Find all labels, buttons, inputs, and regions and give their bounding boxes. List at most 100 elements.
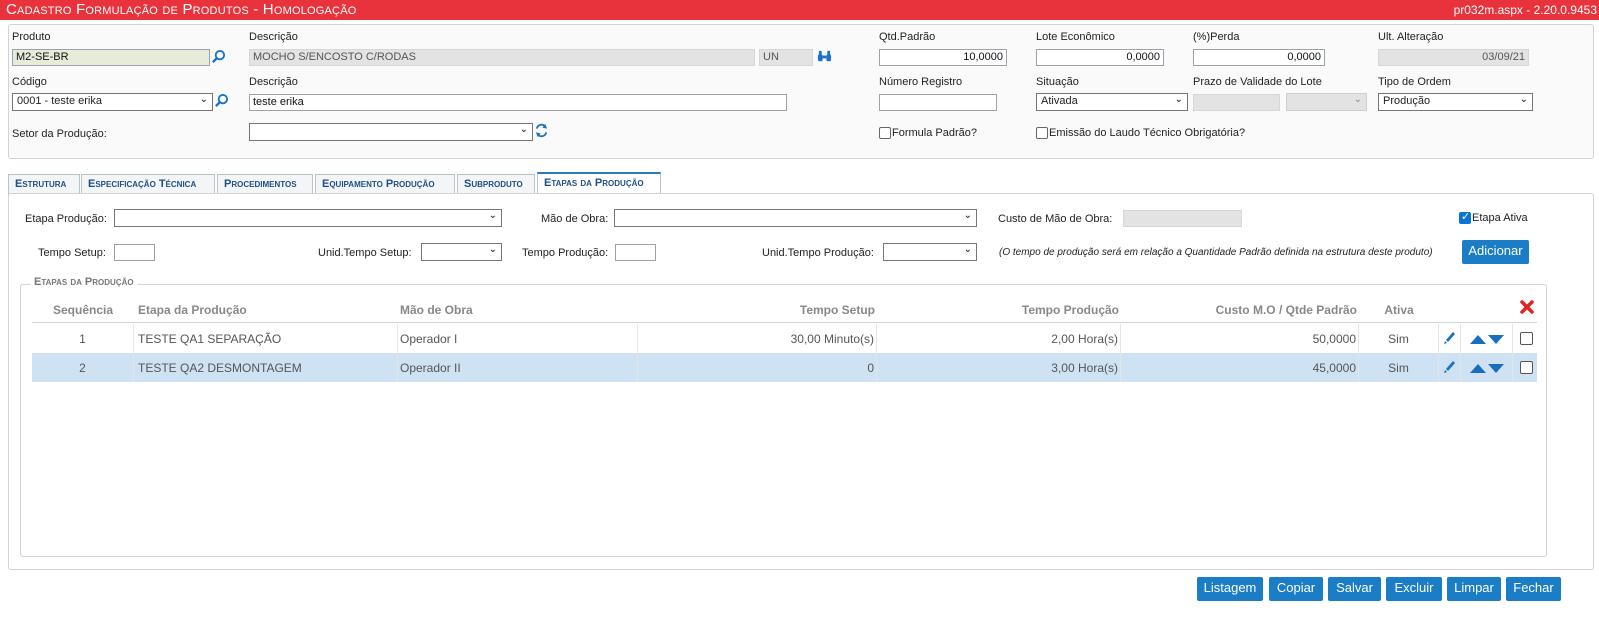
situacao-select[interactable]: Ativada ⌄ (1036, 93, 1188, 111)
product-form-panel (8, 24, 1594, 159)
tipo-ordem-select[interactable]: Produção ⌄ (1378, 93, 1533, 111)
etapa-producao-label: Etapa Produção: (25, 213, 107, 225)
col-custo-mo[interactable]: Custo M.O / Qtde Padrão (1121, 298, 1359, 323)
chevron-down-icon: ⌄ (963, 244, 972, 255)
unid-tempo-producao-label: Unid.Tempo Produção: (762, 247, 874, 259)
cell-ativa: Sim (1359, 353, 1439, 382)
edit-pencil-icon[interactable] (1443, 329, 1457, 349)
etapa-ativa-checkbox[interactable] (1459, 210, 1471, 224)
col-mao-de-obra[interactable]: Mão de Obra (398, 298, 638, 323)
prazo-validade-label: Prazo de Validade do Lote (1193, 76, 1322, 88)
tempo-producao-input[interactable] (615, 244, 656, 261)
table-row[interactable]: 1 TESTE QA1 SEPARAÇÃO Operador I 30,00 M… (32, 324, 1537, 353)
binoculars-icon[interactable] (817, 49, 832, 67)
col-actions (1439, 298, 1537, 323)
title-bar: Cadastro Formulação de Produtos - Homolo… (0, 0, 1599, 20)
tab-equipamento-producao[interactable]: Equipamento Produção (315, 174, 455, 195)
refresh-icon[interactable] (534, 123, 549, 141)
tempo-producao-label: Tempo Produção: (522, 247, 609, 259)
qtd-padrao-label: Qtd.Padrão (879, 31, 936, 43)
produto-input[interactable]: M2-SE-BR (12, 49, 210, 66)
cell-move (1461, 324, 1513, 353)
perda-label: (%)Perda (1193, 31, 1240, 43)
cell-etapa: TESTE QA2 DESMONTAGEM (134, 353, 398, 382)
cell-move (1461, 353, 1513, 382)
descricao-formula-label: Descrição (249, 76, 298, 88)
listagem-button[interactable]: Listagem (1197, 577, 1263, 601)
tab-etapas-producao[interactable]: Etapas da Produção (537, 172, 661, 194)
col-etapa-producao[interactable]: Etapa da Produção (134, 298, 398, 323)
prazo-validade-unit-select: ⌄ (1286, 93, 1367, 111)
tempo-setup-input[interactable] (114, 244, 155, 261)
descricao-produto-field: MOCHO S/ENCOSTO C/RODAS (249, 49, 755, 66)
table-row[interactable]: 2 TESTE QA2 DESMONTAGEM Operador II 0 3,… (32, 353, 1537, 382)
cell-mao-de-obra: Operador II (398, 353, 638, 382)
emissao-laudo-checkbox[interactable] (1036, 127, 1048, 139)
tab-estrutura[interactable]: Estrutura (8, 174, 80, 195)
chevron-down-icon: ⌄ (1519, 94, 1528, 105)
situacao-label: Situação (1036, 76, 1079, 88)
search-icon[interactable] (211, 49, 226, 67)
unid-tempo-setup-select[interactable]: ⌄ (421, 243, 502, 261)
unid-tempo-setup-label: Unid.Tempo Setup: (318, 247, 412, 259)
move-down-icon[interactable] (1488, 364, 1504, 373)
delete-icon[interactable] (1520, 300, 1534, 317)
move-up-icon[interactable] (1470, 335, 1486, 344)
excluir-button[interactable]: Excluir (1386, 577, 1442, 601)
chevron-down-icon: ⌄ (488, 210, 497, 221)
edit-pencil-icon[interactable] (1443, 358, 1457, 378)
col-tempo-setup[interactable]: Tempo Setup (638, 298, 877, 323)
chevron-down-icon: ⌄ (1353, 94, 1362, 105)
salvar-button[interactable]: Salvar (1328, 577, 1381, 601)
etapas-grid: Sequência Etapa da Produção Mão de Obra … (32, 298, 1537, 382)
adicionar-button[interactable]: Adicionar (1462, 240, 1529, 264)
col-sequencia[interactable]: Sequência (32, 298, 134, 323)
fechar-button[interactable]: Fechar (1506, 577, 1561, 601)
cell-edit (1439, 324, 1461, 353)
mao-de-obra-select[interactable]: ⌄ (614, 209, 977, 227)
lote-economico-input[interactable]: 0,0000 (1036, 49, 1164, 66)
move-up-icon[interactable] (1470, 364, 1486, 373)
numero-registro-input[interactable] (879, 94, 997, 111)
row-select-checkbox[interactable] (1520, 332, 1533, 345)
cell-tempo-setup: 0 (638, 353, 877, 382)
cell-select (1513, 353, 1537, 382)
descricao-formula-input[interactable]: teste erika (249, 94, 787, 111)
tab-procedimentos[interactable]: Procedimentos (217, 174, 313, 195)
cell-select (1513, 324, 1537, 353)
tipo-ordem-label: Tipo de Ordem (1378, 76, 1451, 88)
ult-alteracao-field: 03/09/21 (1378, 49, 1529, 66)
col-ativa[interactable]: Ativa (1359, 298, 1439, 323)
copiar-button[interactable]: Copiar (1269, 577, 1323, 601)
etapa-producao-select[interactable]: ⌄ (114, 209, 502, 227)
chevron-down-icon: ⌄ (963, 210, 972, 221)
codigo-select-value: 0001 - teste erika (17, 95, 102, 107)
setor-producao-select[interactable]: ⌄ (249, 123, 533, 141)
search-icon[interactable] (214, 93, 229, 111)
custo-mao-obra-field (1123, 210, 1242, 227)
descricao-label: Descrição (249, 31, 298, 43)
produto-label: Produto (12, 31, 51, 43)
cell-custo: 50,0000 (1121, 324, 1359, 353)
row-select-checkbox[interactable] (1520, 361, 1533, 374)
cell-ativa: Sim (1359, 324, 1439, 353)
mao-de-obra-label: Mão de Obra: (541, 213, 609, 225)
cell-tempo-setup: 30,00 Minuto(s) (638, 324, 877, 353)
setor-producao-label: Setor da Produção: (12, 128, 107, 140)
tab-subproduto[interactable]: Subproduto (457, 174, 535, 195)
tipo-ordem-select-value: Produção (1383, 95, 1431, 107)
cell-sequencia: 2 (32, 353, 134, 382)
codigo-select[interactable]: 0001 - teste erika ⌄ (12, 93, 213, 111)
chevron-down-icon: ⌄ (488, 244, 497, 255)
perda-input[interactable]: 0,0000 (1193, 49, 1325, 66)
tab-especificacao-tecnica[interactable]: Especificação Técnica (81, 174, 215, 195)
limpar-button[interactable]: Limpar (1447, 577, 1501, 601)
qtd-padrao-input[interactable]: 10,0000 (879, 49, 1007, 66)
unid-tempo-producao-select[interactable]: ⌄ (883, 243, 977, 261)
col-tempo-producao[interactable]: Tempo Produção (877, 298, 1121, 323)
etapas-producao-legend: Etapas da Produção (30, 276, 138, 288)
move-down-icon[interactable] (1488, 335, 1504, 344)
formula-padrao-checkbox[interactable] (879, 127, 891, 139)
chevron-down-icon: ⌄ (1174, 94, 1183, 105)
cell-custo: 45,0000 (1121, 353, 1359, 382)
